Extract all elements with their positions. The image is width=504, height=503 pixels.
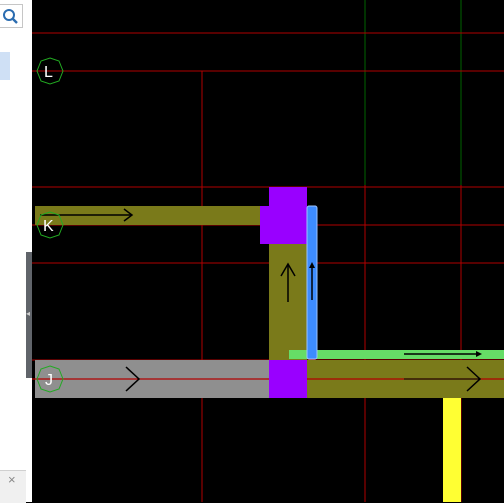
search-button[interactable] [0,4,23,28]
collapse-arrow-icon[interactable]: ◂ [26,309,30,318]
grid-label-l: L [44,64,53,81]
floor-plan-view[interactable]: L K J [32,0,504,502]
selected-tree-item[interactable] [0,52,10,80]
drawing-canvas[interactable]: L K J [32,0,504,502]
project-browser-panel: × [0,0,27,503]
close-icon[interactable]: × [8,473,16,486]
grid-label-k: K [43,218,54,235]
duct-fitting-tee[interactable] [269,360,307,398]
duct-fitting-elbow[interactable] [260,206,307,244]
grid-label-j: J [45,372,53,389]
search-icon [3,9,18,24]
duct-fitting-elbow[interactable] [269,187,307,207]
pipe-yellow[interactable] [443,398,461,502]
